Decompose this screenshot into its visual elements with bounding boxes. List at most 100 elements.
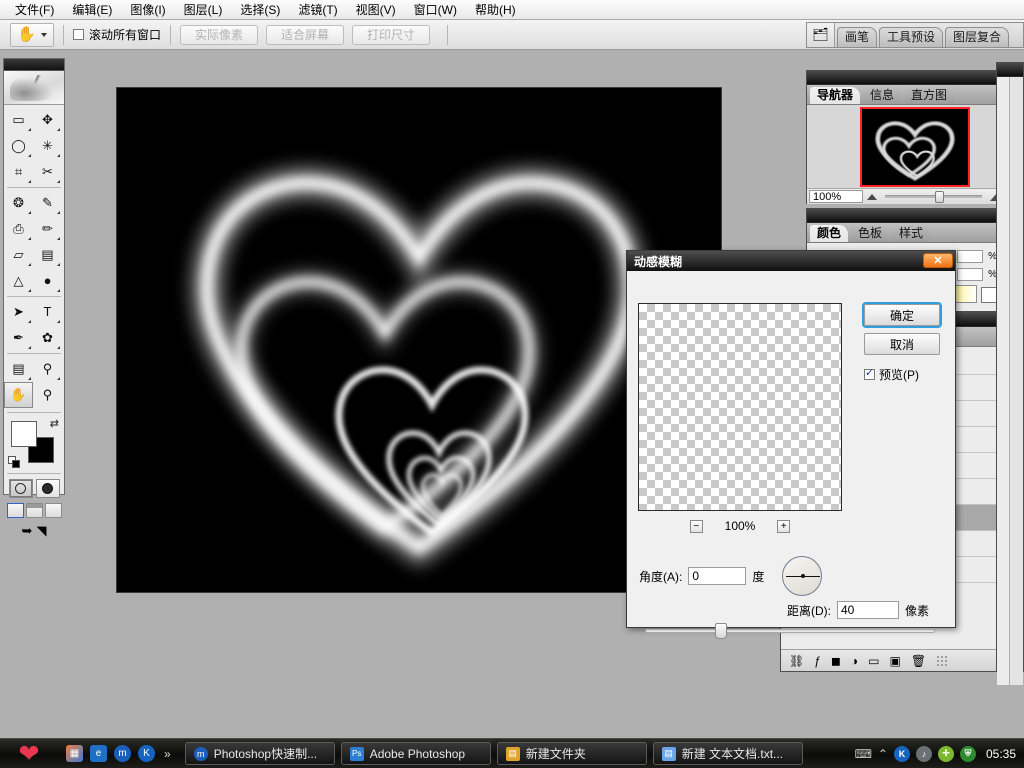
quick-launch-more-button[interactable]: » — [164, 747, 171, 761]
show-desktop-icon[interactable]: ▦ — [66, 745, 83, 762]
tab-swatches[interactable]: 色板 — [851, 225, 889, 242]
menu-filter[interactable]: 滤镜(T) — [289, 1, 346, 19]
healing-brush-tool[interactable]: ❂ — [4, 190, 33, 216]
task-button-text-document[interactable]: ▤ 新建 文本文档.txt... — [653, 742, 803, 765]
clone-stamp-tool[interactable]: ⎙ — [4, 216, 33, 242]
fit-on-screen-button[interactable]: 适合屏幕 — [266, 25, 344, 45]
pen-tool[interactable]: ✒ — [4, 325, 33, 351]
foreground-swatch[interactable] — [981, 287, 997, 303]
task-button-photoshop-tutorial[interactable]: m Photoshop快速制... — [185, 742, 335, 765]
zoom-tool[interactable]: ⚲ — [33, 382, 62, 408]
new-layer-icon[interactable]: ▣ — [889, 654, 900, 668]
layer-mask-icon[interactable]: ◼ — [831, 654, 841, 668]
tab-color[interactable]: 颜色 — [810, 225, 848, 242]
kingsoft-icon[interactable]: K — [138, 745, 155, 762]
ie-browser-icon[interactable]: e — [90, 745, 107, 762]
task-button-new-folder[interactable]: ▤ 新建文件夹 — [497, 742, 647, 765]
cancel-button[interactable]: 取消 — [864, 333, 940, 355]
dialog-titlebar[interactable]: 动感模糊 ✕ — [627, 251, 955, 271]
quick-mask-icon[interactable] — [36, 479, 60, 498]
menu-file[interactable]: 文件(F) — [6, 1, 63, 19]
channel-value[interactable] — [957, 268, 983, 281]
channel-value[interactable] — [957, 250, 983, 263]
scroll-all-windows-checkbox[interactable] — [73, 29, 84, 40]
volume-icon[interactable]: ♪ — [916, 746, 932, 762]
navigator-panel-titlebar[interactable] — [807, 71, 1023, 85]
default-colors-icon[interactable] — [8, 456, 20, 468]
delete-layer-icon[interactable]: 🗑 — [911, 654, 926, 668]
actual-pixels-button[interactable]: 实际像素 — [180, 25, 258, 45]
new-group-icon[interactable]: ▭ — [868, 654, 879, 668]
close-icon[interactable]: ✕ — [923, 253, 953, 268]
distance-slider-thumb[interactable] — [715, 623, 727, 639]
custom-shape-tool[interactable]: ✿ — [33, 325, 62, 351]
adjustment-layer-icon[interactable]: ◑ — [851, 654, 858, 668]
keyboard-layout-icon[interactable]: ⌨ — [855, 747, 872, 761]
tab-info[interactable]: 信息 — [863, 87, 901, 104]
menu-edit[interactable]: 编辑(E) — [63, 1, 121, 19]
distance-input[interactable]: 40 — [837, 601, 899, 619]
zoom-in-button[interactable]: + — [777, 520, 790, 533]
lasso-tool[interactable]: ◯ — [4, 133, 33, 159]
panel-grip-icon[interactable] — [936, 655, 947, 666]
toolbox-drag-grip[interactable] — [4, 59, 64, 71]
link-layers-icon[interactable]: ⛓ — [789, 654, 804, 668]
eyedropper-tool[interactable]: ⚲ — [33, 356, 62, 382]
crop-tool[interactable]: ⌗ — [4, 159, 33, 185]
security-shield-icon[interactable]: ⛨ — [960, 746, 976, 762]
standard-mode-icon[interactable] — [9, 479, 33, 498]
chevron-down-icon[interactable] — [41, 33, 47, 37]
navigator-zoom-slider[interactable] — [885, 195, 982, 198]
start-heart-icon[interactable]: ❤ — [0, 739, 58, 768]
zoom-out-button[interactable]: − — [690, 520, 703, 533]
tab-brushes[interactable]: 画笔 — [837, 27, 877, 47]
blur-tool[interactable]: △ — [4, 268, 33, 294]
tray-expand-icon[interactable]: ⌃ — [878, 747, 888, 761]
slice-tool[interactable]: ✂ — [33, 159, 62, 185]
preview-checkbox[interactable] — [864, 369, 875, 380]
move-tool[interactable]: ✥ — [33, 107, 62, 133]
file-browser-icon[interactable]: 🗂 — [807, 23, 835, 47]
active-tool-button[interactable]: ✋ — [10, 23, 54, 47]
zoom-out-icon[interactable] — [867, 194, 877, 200]
filter-preview[interactable] — [638, 303, 842, 511]
slider-thumb[interactable] — [935, 191, 944, 203]
full-screen-menubar-icon[interactable] — [26, 503, 43, 518]
menu-window[interactable]: 窗口(W) — [405, 1, 466, 19]
magic-wand-tool[interactable]: ✳ — [33, 133, 62, 159]
task-button-adobe-photoshop[interactable]: Ps Adobe Photoshop — [341, 742, 491, 765]
standard-screen-icon[interactable] — [7, 503, 24, 518]
tab-navigator[interactable]: 导航器 — [810, 87, 860, 104]
ok-button[interactable]: 确定 — [864, 304, 940, 326]
tab-layer-comps[interactable]: 图层复合 — [945, 27, 1009, 47]
angle-dial[interactable] — [782, 556, 822, 596]
menu-view[interactable]: 视图(V) — [347, 1, 405, 19]
menu-image[interactable]: 图像(I) — [121, 1, 174, 19]
full-screen-icon[interactable] — [45, 503, 62, 518]
maxthon-icon[interactable]: m — [114, 745, 131, 762]
path-selection-tool[interactable]: ➤ — [4, 299, 33, 325]
menu-layer[interactable]: 图层(L) — [175, 1, 232, 19]
tab-histogram[interactable]: 直方图 — [904, 87, 954, 104]
edit-in-imageready-icon[interactable]: ◥ — [36, 523, 46, 539]
print-size-button[interactable]: 打印尺寸 — [352, 25, 430, 45]
kingsoft-tray-icon[interactable]: K — [894, 746, 910, 762]
dodge-tool[interactable]: ● — [33, 268, 62, 294]
jump-to-imageready-icon[interactable]: ➥ — [22, 523, 33, 539]
history-brush-tool[interactable]: ✏ — [33, 216, 62, 242]
foreground-color-swatch[interactable] — [11, 421, 37, 447]
color-panel-titlebar[interactable] — [807, 209, 1023, 223]
brush-tool[interactable]: ✎ — [33, 190, 62, 216]
taskbar-clock[interactable]: 05:35 — [986, 747, 1016, 761]
marquee-tool[interactable]: ▭ — [4, 107, 33, 133]
side-dock-scrollbar[interactable] — [1009, 77, 1023, 685]
preview-option[interactable]: 预览(P) — [864, 366, 919, 383]
distance-slider[interactable] — [645, 629, 935, 633]
hand-tool[interactable]: ✋ — [4, 382, 33, 408]
eraser-tool[interactable]: ▱ — [4, 242, 33, 268]
navigator-thumbnail[interactable] — [862, 109, 968, 185]
angle-input[interactable]: 0 — [688, 567, 746, 585]
navigator-zoom-field[interactable]: 100% — [809, 190, 863, 203]
tab-tool-presets[interactable]: 工具预设 — [879, 27, 943, 47]
tab-styles[interactable]: 样式 — [892, 225, 930, 242]
